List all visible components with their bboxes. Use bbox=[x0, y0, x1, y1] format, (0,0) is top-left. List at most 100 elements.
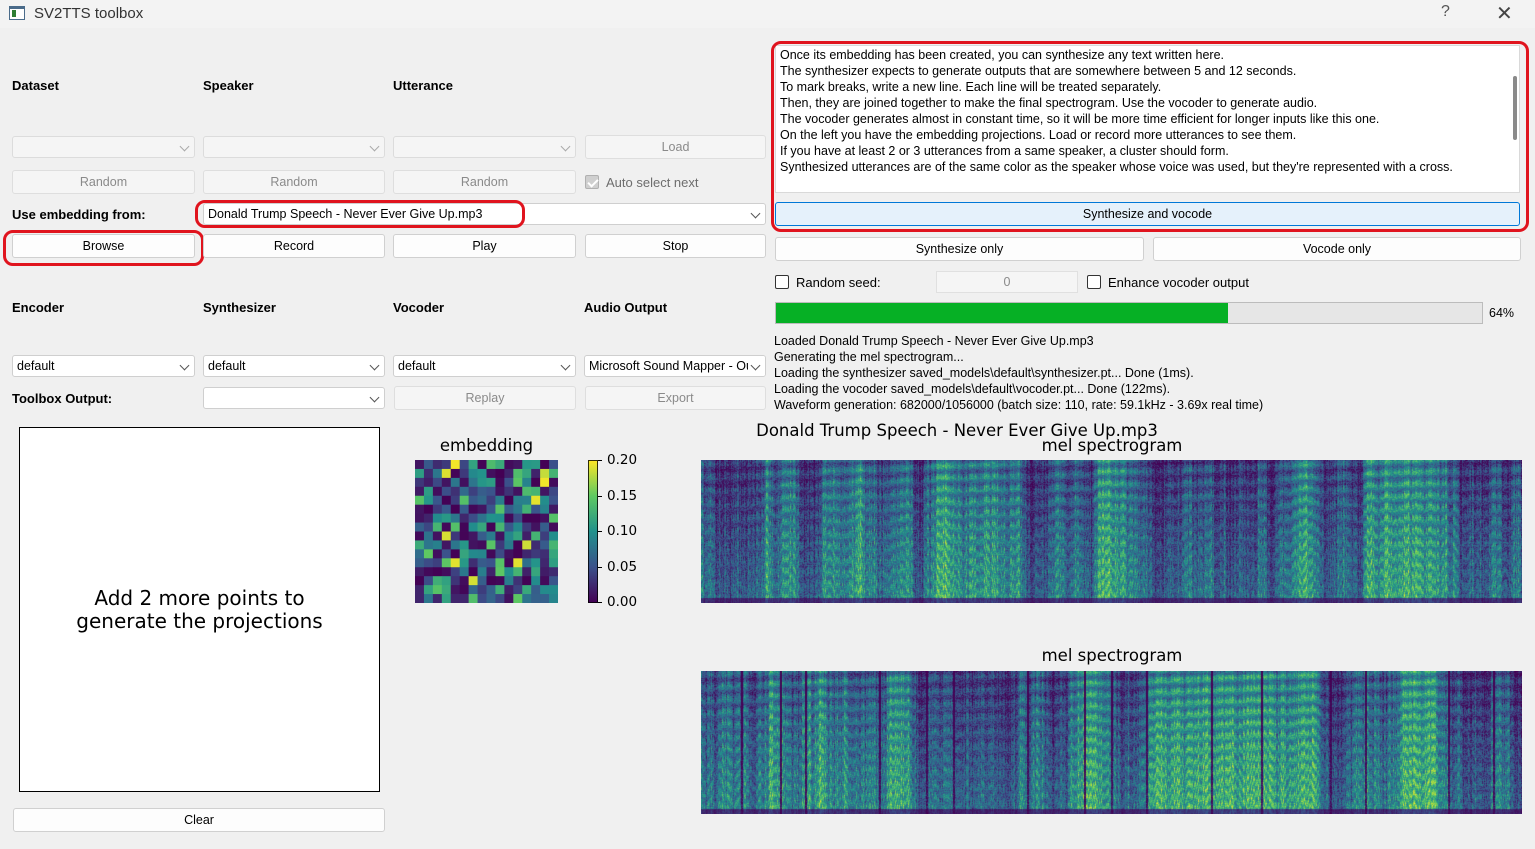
speaker-select[interactable] bbox=[203, 136, 385, 158]
synthesize-only-button[interactable]: Synthesize only bbox=[775, 237, 1144, 261]
heatmap-cell bbox=[531, 558, 541, 568]
heatmap-cell bbox=[486, 486, 496, 497]
heatmap-cell bbox=[423, 531, 434, 541]
heatmap-cell bbox=[432, 486, 443, 497]
heatmap-cell bbox=[468, 522, 478, 532]
heatmap-cell bbox=[450, 468, 461, 479]
help-icon[interactable]: ? bbox=[1441, 3, 1450, 21]
stop-button[interactable]: Stop bbox=[585, 234, 766, 258]
heatmap-cell bbox=[495, 576, 505, 586]
heatmap-cell bbox=[441, 585, 452, 595]
heatmap-cell bbox=[486, 558, 496, 568]
heatmap-cell bbox=[504, 549, 514, 559]
heatmap-cell bbox=[513, 513, 523, 523]
heatmap-cell bbox=[540, 495, 550, 506]
heatmap-cell bbox=[477, 576, 487, 586]
synthesize-vocode-button[interactable]: Synthesize and vocode bbox=[775, 202, 1520, 226]
heatmap-cell bbox=[504, 513, 514, 523]
toolbox-output-select[interactable] bbox=[203, 387, 385, 409]
chevron-down-icon bbox=[369, 392, 380, 403]
heatmap-cell bbox=[450, 486, 461, 497]
heatmap-cell bbox=[522, 567, 532, 577]
enhance-vocoder-checkbox[interactable] bbox=[1087, 275, 1101, 289]
heatmap-cell bbox=[531, 567, 541, 577]
heatmap-cell bbox=[495, 558, 505, 568]
heatmap-cell bbox=[522, 531, 532, 541]
heatmap-cell bbox=[549, 531, 558, 541]
replay-button[interactable]: Replay bbox=[394, 386, 576, 410]
chevron-down-icon bbox=[750, 208, 761, 219]
random-utterance-button[interactable]: Random bbox=[393, 170, 576, 194]
heatmap-cell bbox=[477, 495, 487, 506]
heatmap-cell bbox=[540, 477, 550, 488]
heatmap-cell bbox=[459, 576, 470, 586]
synthesizer-select[interactable]: default bbox=[203, 355, 385, 377]
record-button[interactable]: Record bbox=[203, 234, 385, 258]
colorbar-tick-label: 0.05 bbox=[607, 558, 638, 575]
heatmap-cell bbox=[504, 576, 514, 586]
heatmap-cell bbox=[459, 549, 470, 559]
dataset-select[interactable] bbox=[12, 136, 195, 158]
text-scrollbar[interactable] bbox=[1513, 76, 1517, 140]
heatmap-cell bbox=[477, 486, 487, 497]
heatmap-cell bbox=[540, 531, 550, 541]
auto-select-checkbox[interactable] bbox=[585, 175, 599, 189]
heatmap-cell bbox=[477, 558, 487, 568]
heatmap-cell bbox=[549, 558, 558, 568]
clear-button[interactable]: Clear bbox=[13, 808, 385, 832]
heatmap-cell bbox=[423, 585, 434, 595]
utterance-select[interactable] bbox=[393, 136, 576, 158]
heatmap-cell bbox=[468, 495, 478, 506]
heatmap-cell bbox=[468, 477, 478, 488]
browse-button[interactable]: Browse bbox=[12, 234, 195, 258]
text-input-line: Then, they are joined together to make t… bbox=[780, 96, 1318, 110]
heatmap-cell bbox=[468, 585, 478, 595]
heatmap-cell bbox=[432, 477, 443, 488]
heatmap-cell bbox=[468, 531, 478, 541]
export-button[interactable]: Export bbox=[585, 386, 766, 410]
encoder-label: Encoder bbox=[12, 300, 65, 315]
title-bar: SV2TTS toolbox ? ✕ bbox=[0, 0, 1535, 28]
heatmap-cell bbox=[486, 460, 496, 470]
heatmap-cell bbox=[531, 576, 541, 586]
heatmap-cell bbox=[531, 531, 541, 541]
heatmap-cell bbox=[459, 567, 470, 577]
random-seed-checkbox[interactable] bbox=[775, 275, 789, 289]
vocoder-select[interactable]: default bbox=[393, 355, 576, 377]
heatmap-cell bbox=[540, 460, 550, 470]
close-icon[interactable]: ✕ bbox=[1496, 1, 1513, 26]
heatmap-cell bbox=[504, 594, 514, 603]
heatmap-cell bbox=[432, 585, 443, 595]
mel-spectrogram-top bbox=[701, 460, 1522, 603]
random-dataset-button[interactable]: Random bbox=[12, 170, 195, 194]
embedding-source-value: Donald Trump Speech - Never Ever Give Up… bbox=[208, 207, 487, 221]
encoder-select[interactable]: default bbox=[12, 355, 195, 377]
heatmap-cell bbox=[477, 594, 487, 603]
random-speaker-button[interactable]: Random bbox=[203, 170, 385, 194]
load-button[interactable]: Load bbox=[585, 135, 766, 159]
heatmap-cell bbox=[459, 594, 470, 603]
heatmap-cell bbox=[513, 585, 523, 595]
random-seed-label: Random seed: bbox=[796, 275, 881, 290]
heatmap-cell bbox=[522, 558, 532, 568]
seed-input[interactable]: 0 bbox=[936, 271, 1078, 293]
projections-panel: Add 2 more points to generate the projec… bbox=[19, 427, 380, 792]
heatmap-cell bbox=[441, 576, 452, 586]
heatmap-cell bbox=[540, 522, 550, 532]
progress-percent: 64% bbox=[1489, 306, 1515, 320]
heatmap-cell bbox=[450, 495, 461, 506]
heatmap-cell bbox=[432, 558, 443, 568]
heatmap-cell bbox=[450, 460, 461, 470]
heatmap-cell bbox=[415, 594, 425, 603]
text-input-line: The vocoder generates almost in constant… bbox=[780, 112, 1380, 126]
heatmap-cell bbox=[513, 468, 523, 479]
heatmap-cell bbox=[513, 477, 523, 488]
heatmap-cell bbox=[540, 585, 550, 595]
heatmap-cell bbox=[495, 477, 505, 488]
vocode-only-button[interactable]: Vocode only bbox=[1153, 237, 1521, 261]
text-input[interactable]: Once its embedding has been created, you… bbox=[775, 45, 1520, 193]
play-button[interactable]: Play bbox=[393, 234, 576, 258]
embedding-source-select[interactable]: Donald Trump Speech - Never Ever Give Up… bbox=[203, 203, 766, 225]
dataset-label: Dataset bbox=[12, 78, 59, 93]
audio-output-select[interactable]: Microsoft Sound Mapper - Output bbox=[584, 355, 766, 377]
